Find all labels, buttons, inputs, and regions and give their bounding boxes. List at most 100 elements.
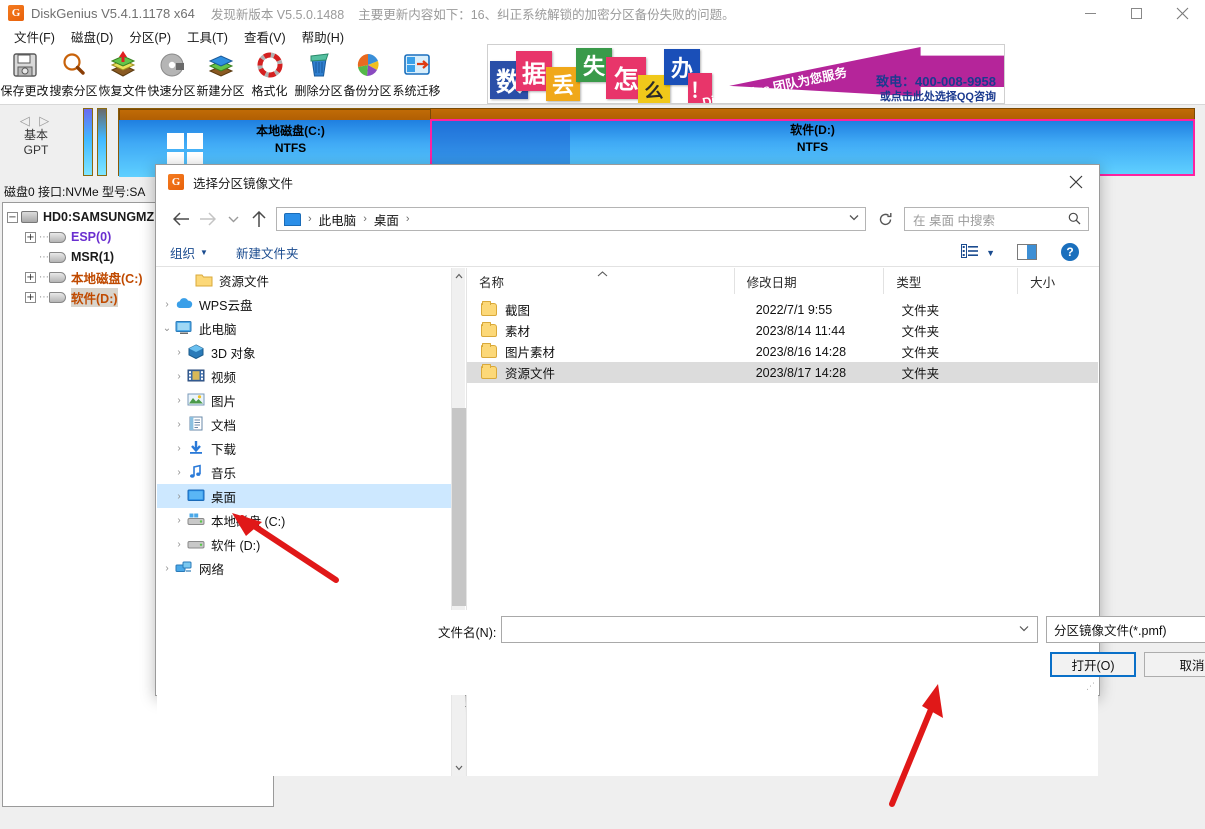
toolbar-delete-partition[interactable]: 删除分区 <box>294 47 343 103</box>
toolbar-quick-partition[interactable]: 快速分区 <box>147 47 196 103</box>
table-row[interactable]: 图片素材 2023/8/16 14:28 文件夹 <box>467 341 1098 362</box>
menu-view[interactable]: 查看(V) <box>236 25 294 48</box>
sort-ascending-icon <box>597 269 608 279</box>
tree-label-esp: ESP(0) <box>71 230 111 244</box>
partition-esp[interactable] <box>83 108 93 176</box>
nav-item-pictures[interactable]: › 图片 <box>157 388 451 412</box>
menu-tools[interactable]: 工具(T) <box>179 25 236 48</box>
scrollbar-down-button[interactable] <box>452 760 466 776</box>
help-icon[interactable]: ? <box>1061 243 1079 261</box>
toolbar-format[interactable]: 格式化 <box>245 47 294 103</box>
chevron-right-icon[interactable]: › <box>171 467 187 478</box>
file-dialog-nav-tree[interactable]: 资源文件 › WPS云盘 ⌄ 此电脑 › 3D 对象 › <box>157 268 451 776</box>
menu-file[interactable]: 文件(F) <box>6 25 63 48</box>
toolbar-backup-partition[interactable]: 备份分区 <box>343 47 392 103</box>
toolbar-system-migrate[interactable]: 系统迁移 <box>392 47 441 103</box>
nav-tree-scrollbar[interactable] <box>451 268 465 776</box>
chevron-right-icon[interactable]: › <box>159 299 175 310</box>
tree-expander-c[interactable]: + <box>25 272 36 283</box>
recent-locations-button[interactable] <box>220 205 246 233</box>
chevron-right-icon[interactable]: › <box>171 443 187 454</box>
partition-c-cap <box>119 109 462 120</box>
chevron-down-icon[interactable] <box>1019 624 1029 635</box>
table-row[interactable]: 素材 2023/8/14 11:44 文件夹 <box>467 320 1098 341</box>
nav-item-documents[interactable]: › 文档 <box>157 412 451 436</box>
system-migrate-icon <box>402 50 432 80</box>
file-type: 文件夹 <box>890 342 1020 361</box>
organize-button[interactable]: 组织 ▼ <box>170 243 208 262</box>
menu-partition[interactable]: 分区(P) <box>121 25 179 48</box>
chevron-right-icon[interactable]: › <box>171 539 187 550</box>
partition-msr[interactable] <box>97 108 107 176</box>
disk-nav-arrows[interactable]: ◁ ▷ <box>14 113 58 128</box>
nav-item-local-disk-c[interactable]: › 本地磁盘 (C:) <box>157 508 451 532</box>
nav-item-3d-objects[interactable]: › 3D 对象 <box>157 340 451 364</box>
file-modified: 2022/7/1 9:55 <box>744 303 890 317</box>
chevron-right-icon[interactable]: › <box>171 491 187 502</box>
table-row[interactable]: 截图 2022/7/1 9:55 文件夹 <box>467 299 1098 320</box>
breadcrumb[interactable]: › 此电脑 › 桌面 › <box>276 207 866 231</box>
column-header-modified[interactable]: 修改日期 <box>735 268 885 294</box>
nav-item-music[interactable]: › 音乐 <box>157 460 451 484</box>
chevron-right-icon[interactable]: › <box>171 515 187 526</box>
chevron-down-icon[interactable]: ⌄ <box>159 323 175 334</box>
chevron-right-icon[interactable]: › <box>171 395 187 406</box>
minimize-button[interactable] <box>1067 0 1113 26</box>
scrollbar-thumb[interactable] <box>452 408 466 606</box>
up-button[interactable] <box>246 205 272 233</box>
file-list[interactable]: 名称 修改日期 类型 大小 截图 2022/7/1 9:55 文件夹 <box>466 268 1098 776</box>
tree-expander-hd0[interactable]: − <box>7 212 18 223</box>
tree-dash-d: ⋯ <box>39 292 49 303</box>
view-mode-button[interactable]: ▼ <box>961 244 995 261</box>
resize-grip[interactable]: ⋰ <box>1086 682 1096 692</box>
nav-item-wps-cloud[interactable]: › WPS云盘 <box>157 292 451 316</box>
file-dialog-close-button[interactable] <box>1053 165 1099 199</box>
scrollbar-up-button[interactable] <box>452 268 466 284</box>
breadcrumb-item-0[interactable]: 此电脑 <box>316 210 360 229</box>
chevron-right-icon[interactable]: › <box>171 347 187 358</box>
nav-item-this-pc[interactable]: ⌄ 此电脑 <box>157 316 451 340</box>
chevron-right-icon[interactable]: › <box>159 563 175 574</box>
nav-item-network[interactable]: › 网络 <box>157 556 451 580</box>
breadcrumb-dropdown-icon[interactable] <box>849 213 859 224</box>
column-header-type[interactable]: 类型 <box>884 268 1018 294</box>
toolbar-new-partition[interactable]: 新建分区 <box>196 47 245 103</box>
filename-input[interactable] <box>501 616 1038 643</box>
file-type: 文件夹 <box>890 363 1020 382</box>
breadcrumb-item-1[interactable]: 桌面 <box>371 210 402 229</box>
search-input[interactable]: 在 桌面 中搜索 <box>904 207 1089 231</box>
menu-disk[interactable]: 磁盘(D) <box>63 25 121 48</box>
local-disk-icon <box>187 512 205 528</box>
tree-expander-esp[interactable]: + <box>25 232 36 243</box>
toolbar-save-changes[interactable]: 保存更改 <box>0 47 49 103</box>
forward-button[interactable] <box>194 205 220 233</box>
new-partition-icon <box>206 50 236 80</box>
toolbar-recover-file[interactable]: 恢复文件 <box>98 47 147 103</box>
promo-banner[interactable]: 数 据 丢 失 怎 么 办 ！ DiskGenius 团队为您服务 致电：400… <box>487 44 1005 104</box>
nav-item-label: 软件 (D:) <box>211 535 260 554</box>
nav-item-downloads[interactable]: › 下载 <box>157 436 451 460</box>
tree-expander-d[interactable]: + <box>25 292 36 303</box>
chevron-right-icon[interactable]: › <box>171 419 187 430</box>
new-folder-button[interactable]: 新建文件夹 <box>236 243 299 262</box>
open-button[interactable]: 打开(O) <box>1050 652 1136 677</box>
nav-item-resource-files[interactable]: 资源文件 <box>157 268 451 292</box>
close-button[interactable] <box>1159 0 1205 26</box>
preview-pane-icon[interactable] <box>1017 244 1037 260</box>
refresh-button[interactable] <box>872 207 898 231</box>
nav-item-desktop[interactable]: › 桌面 <box>157 484 451 508</box>
column-header-type-label: 类型 <box>896 272 921 291</box>
chevron-right-icon[interactable]: › <box>171 371 187 382</box>
menu-help[interactable]: 帮助(H) <box>294 25 352 48</box>
chevron-up-icon <box>455 273 463 279</box>
file-type-dropdown[interactable]: 分区镜像文件(*.pmf) <box>1046 616 1205 643</box>
column-header-name[interactable]: 名称 <box>467 268 735 294</box>
back-button[interactable] <box>168 205 194 233</box>
nav-item-software-d[interactable]: › 软件 (D:) <box>157 532 451 556</box>
toolbar-search-partition[interactable]: 搜索分区 <box>49 47 98 103</box>
column-header-size[interactable]: 大小 <box>1018 268 1098 294</box>
cancel-button[interactable]: 取消 <box>1144 652 1205 677</box>
table-row[interactable]: 资源文件 2023/8/17 14:28 文件夹 <box>467 362 1098 383</box>
nav-item-videos[interactable]: › 视频 <box>157 364 451 388</box>
maximize-button[interactable] <box>1113 0 1159 26</box>
